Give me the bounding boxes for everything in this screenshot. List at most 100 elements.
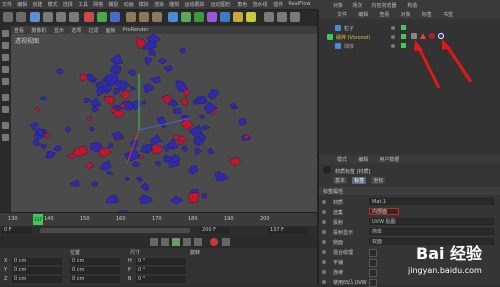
move-icon[interactable] [43, 12, 53, 22]
rotation-field[interactable]: 0 ° [136, 258, 186, 265]
right-panel-tab[interactable]: 对象 [333, 2, 343, 9]
position-field[interactable]: 0 cm [12, 258, 62, 265]
attribute-tab[interactable]: 坐标 [371, 177, 386, 184]
animate-dot[interactable] [322, 280, 326, 284]
animate-dot[interactable] [322, 270, 326, 274]
menu-item[interactable]: 选择 [63, 1, 73, 8]
voronoi-fragment[interactable] [180, 96, 189, 106]
next-frame-icon[interactable] [183, 238, 191, 246]
size-field[interactable]: 0 cm [70, 276, 120, 283]
voronoi-fragment[interactable] [229, 156, 241, 167]
voronoi-fragment[interactable] [198, 114, 205, 120]
voronoi-fragment[interactable] [201, 193, 208, 199]
attribute-checkbox[interactable] [369, 259, 377, 267]
voronoi-fragment[interactable] [150, 134, 162, 146]
x-axis-icon[interactable] [84, 12, 94, 22]
snap-icon[interactable] [264, 12, 274, 22]
playhead-marker[interactable]: 137 [33, 214, 43, 225]
environment-icon[interactable] [220, 12, 230, 22]
voronoi-fragment[interactable] [107, 143, 113, 149]
voronoi-fragment[interactable] [141, 99, 147, 105]
voronoi-fragment[interactable] [105, 195, 120, 204]
spline-icon[interactable] [181, 12, 191, 22]
viewport-menu-item[interactable]: 显示 [54, 27, 64, 34]
viewport-menu-item[interactable]: 面板 [106, 27, 116, 34]
rotation-field[interactable]: 0 ° [136, 267, 186, 274]
voronoi-fragment[interactable] [34, 107, 41, 112]
menu-item[interactable]: 编辑 [17, 1, 27, 8]
voronoi-fragment[interactable] [180, 145, 189, 152]
deformer-icon[interactable] [207, 12, 217, 22]
position-field[interactable]: 0 cm [12, 276, 62, 283]
voronoi-fragment[interactable] [84, 98, 91, 103]
record-icon[interactable] [210, 238, 218, 246]
redo-icon[interactable] [16, 12, 26, 22]
voronoi-fragment[interactable] [105, 170, 114, 176]
undo-icon[interactable] [3, 12, 13, 22]
timeline-ruler[interactable]: 130 140 150 160 170 180 190 200 137 [0, 212, 317, 227]
attribute-menu-item[interactable]: 编辑 [358, 156, 368, 163]
voronoi-fragment[interactable] [173, 108, 182, 115]
voronoi-fragment[interactable] [187, 192, 200, 204]
attribute-value-field[interactable]: 简单 [369, 228, 494, 235]
animate-dot[interactable] [322, 200, 326, 204]
viewport-menu-item[interactable]: ProRender [123, 27, 149, 33]
voronoi-fragment[interactable] [187, 165, 198, 175]
3d-viewport[interactable]: 查看 摄像机 显示 选项 过滤 面板 ProRender 透视视图 [11, 26, 317, 212]
voronoi-fragment[interactable] [52, 144, 62, 152]
voronoi-fragment[interactable] [113, 88, 120, 95]
voronoi-fragment[interactable] [110, 107, 117, 113]
voronoi-fragment[interactable] [201, 124, 211, 131]
voronoi-fragment[interactable] [136, 176, 144, 183]
voronoi-fragment[interactable] [90, 98, 102, 107]
render-icon[interactable] [139, 12, 149, 22]
voronoi-fragment[interactable] [144, 57, 153, 66]
menu-item[interactable]: 模拟 [139, 1, 149, 8]
axis-icon[interactable] [290, 12, 300, 22]
camera-icon[interactable] [233, 12, 243, 22]
viewport-menu-item[interactable]: 查看 [14, 27, 24, 34]
voronoi-fragment[interactable] [140, 143, 152, 154]
voronoi-fragment[interactable] [39, 96, 48, 101]
menu-item[interactable]: 模式 [48, 1, 58, 8]
voronoi-fragment[interactable] [91, 181, 98, 187]
keyframe-icon[interactable] [222, 238, 230, 246]
attribute-value-field[interactable]: UVW 贴图 [369, 218, 494, 225]
voronoi-fragment[interactable] [64, 126, 72, 134]
solo-icon[interactable] [2, 122, 9, 129]
cube-icon[interactable] [168, 12, 178, 22]
attribute-value-field[interactable]: 内部面 [369, 208, 399, 215]
timeline-range-bar[interactable]: 0 F 200 F 137 F [0, 226, 317, 236]
voronoi-fragment[interactable] [99, 160, 112, 172]
start-frame-field[interactable]: 0 F [2, 227, 32, 234]
menu-item[interactable]: 捕捉 [108, 1, 118, 8]
grid-snap-icon[interactable] [2, 134, 9, 141]
voronoi-fragment[interactable] [89, 126, 95, 132]
voronoi-fragment[interactable] [182, 89, 191, 97]
voronoi-fragment[interactable] [32, 139, 42, 147]
range-slider[interactable] [40, 228, 190, 233]
voronoi-fragment[interactable] [129, 86, 137, 91]
viewport-menu-item[interactable]: 选项 [71, 27, 81, 34]
attribute-tab[interactable]: 基本 [333, 177, 348, 184]
end-frame-field[interactable]: 200 F [200, 227, 230, 234]
voronoi-fragment[interactable] [87, 116, 93, 121]
generator-icon[interactable] [194, 12, 204, 22]
animate-dot[interactable] [322, 210, 326, 214]
attribute-checkbox[interactable] [369, 249, 377, 257]
voronoi-fragment[interactable] [214, 170, 230, 182]
voronoi-fragment[interactable] [179, 48, 186, 54]
attribute-checkbox[interactable] [369, 269, 377, 277]
voronoi-fragment[interactable] [110, 63, 121, 74]
model-mode-icon[interactable] [2, 30, 9, 37]
animate-dot[interactable] [322, 250, 326, 254]
menu-item[interactable]: 流水线 [252, 1, 267, 8]
rotation-field[interactable]: 0 ° [136, 276, 186, 283]
voronoi-fragment[interactable] [72, 145, 89, 157]
edges-mode-icon[interactable] [2, 66, 9, 73]
voronoi-fragment[interactable] [85, 161, 94, 170]
right-panel-tab[interactable]: 场次 [352, 2, 362, 9]
voronoi-fragment[interactable] [98, 147, 112, 158]
axis-mode-icon[interactable] [2, 94, 9, 101]
voronoi-fragment[interactable] [140, 182, 149, 192]
